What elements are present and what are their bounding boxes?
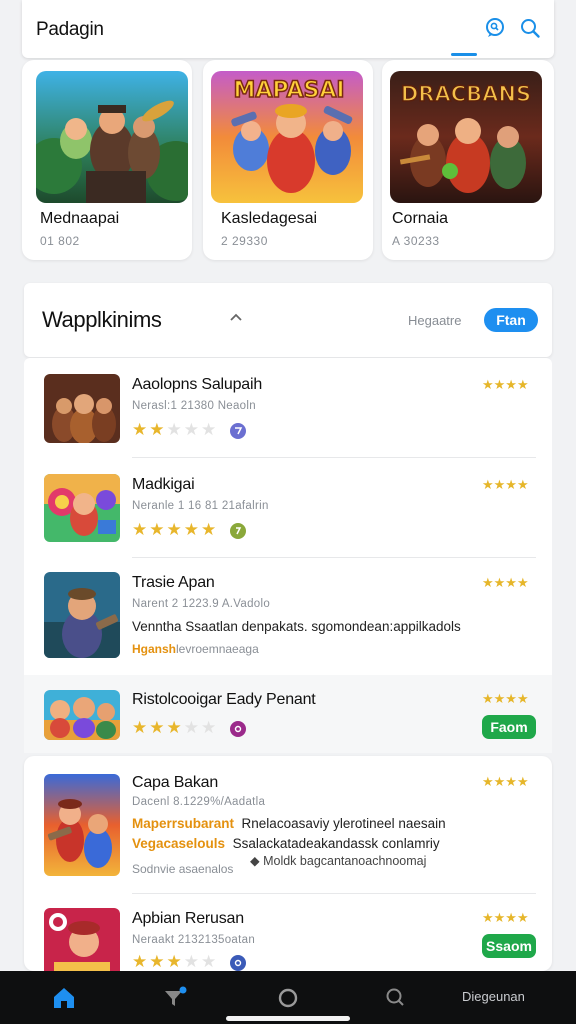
section-header: Wapplkinims Hegaatre Ftan <box>24 283 552 357</box>
home-icon[interactable] <box>51 985 77 1011</box>
install-button[interactable]: Ssaom <box>482 934 536 958</box>
app-meta: Neranle 1 16 81 21afalrin <box>132 500 269 512</box>
chevron-up-icon[interactable] <box>228 310 244 326</box>
app-meta: Dacenl 8.1229%/Aadatla <box>132 796 266 808</box>
nav-label[interactable]: Diegeunan <box>462 989 525 1004</box>
rating-stars: ★★★★ <box>482 691 529 706</box>
section-title: Wapplkinims <box>42 307 162 332</box>
app-description-line: Vegacaselouls Ssalackatadeakandassk conl… <box>132 836 440 851</box>
home-indicator[interactable] <box>226 1016 350 1021</box>
app-tag: Hganshlevroemnaeaga <box>132 642 259 656</box>
app-description-accent: Vegacaselouls <box>132 836 226 851</box>
filter-icon[interactable] <box>162 985 188 1011</box>
featured-card[interactable]: DRACBANS Cornaia A 30233 <box>382 60 554 260</box>
featured-carousel: Mednaapai 01 802 MAPASAI Kasledagesai 2 … <box>22 60 554 260</box>
list-item[interactable]: Aaolopns Salupaih Nerasl:1 21380 Neaoln … <box>24 358 552 458</box>
rating-stars: ★★★★ <box>482 377 529 392</box>
app-description-accent: Maperrsubarant <box>132 816 235 831</box>
star-rating: ★★★★★ <box>132 952 219 971</box>
list-item[interactable]: Ristolcooigar Eady Penant ★★★★★ ★★★★ Fao… <box>24 675 552 753</box>
app-title: Padagin <box>36 19 104 40</box>
app-name: Apbian Rerusan <box>132 910 244 927</box>
dracbans-logo: DRACBANS <box>401 82 531 106</box>
app-icon <box>44 690 120 740</box>
featured-card-title: Mednaapai <box>40 210 120 227</box>
app-list-secondary: Capa Bakan Dacenl 8.1229%/Aadatla Maperr… <box>24 756 552 971</box>
top-app-bar: Padagin <box>22 0 554 58</box>
mapasai-logo: MAPASAI <box>233 78 344 103</box>
featured-card-subtitle: A 30233 <box>392 234 440 248</box>
list-item[interactable]: Madkigai Neranle 1 16 81 21afalrin ★★★★★… <box>24 458 552 558</box>
list-item[interactable]: Apbian Rerusan Neraakt 2132135oatan ★★★★… <box>24 894 552 971</box>
star-rating: ★★★★★ <box>132 718 219 737</box>
star-rating: ★★★★★ <box>132 420 219 439</box>
featured-card-title: Cornaia <box>392 210 449 227</box>
featured-card[interactable]: Mednaapai 01 802 <box>22 60 192 260</box>
circle-icon[interactable] <box>275 985 301 1011</box>
featured-card-subtitle: 2 29330 <box>221 234 268 248</box>
featured-card-subtitle: 01 802 <box>40 234 80 248</box>
app-tag-text: levroemnaeaga <box>176 642 259 656</box>
game-thumbnail <box>36 71 188 203</box>
app-icon <box>44 908 120 971</box>
rating-stars: ★★★★ <box>482 477 529 492</box>
app-description-text: Ssalackatadeakandassk conlamriy <box>232 836 440 851</box>
app-list: Aaolopns Salupaih Nerasl:1 21380 Neaoln … <box>24 358 552 753</box>
age-badge-icon <box>230 721 246 737</box>
section-action-button[interactable]: Ftan <box>484 308 538 332</box>
app-note-text: Moldk bagcantanoachnoomaj <box>263 854 427 868</box>
rating-stars: ★★★★ <box>482 575 529 590</box>
game-thumbnail: MAPASAI <box>211 71 363 203</box>
app-meta: Nerasl:1 21380 Neaoln <box>132 400 256 412</box>
app-name: Aaolopns Salupaih <box>132 376 263 393</box>
app-description: Venntha Ssaatlan denpakats. sgomondean:a… <box>132 619 461 634</box>
app-name: Madkigai <box>132 476 195 493</box>
app-description-line: Maperrsubarant Rnelacoasaviy ylerotineel… <box>132 816 446 831</box>
game-thumbnail: DRACBANS <box>390 71 542 203</box>
app-note: ◆ Moldk bagcantanoachnoomaj <box>250 854 427 868</box>
chat-search-icon[interactable] <box>483 16 507 40</box>
rating-stars: ★★★★ <box>482 774 529 789</box>
app-icon <box>44 474 120 542</box>
install-button[interactable]: Faom <box>482 715 536 739</box>
featured-card-title: Kasledagesai <box>221 210 318 227</box>
app-meta: Narent 2 1223.9 A.Vadolo <box>132 598 271 610</box>
app-name: Trasie Apan <box>132 574 215 591</box>
app-icon <box>44 572 120 658</box>
star-rating: ★★★★★ <box>132 520 219 539</box>
app-name: Ristolcooigar Eady Penant <box>132 691 316 708</box>
app-meta: Neraakt 2132135oatan <box>132 934 256 946</box>
app-tag: Sodnvie asaenalos <box>132 862 234 876</box>
rating-stars: ★★★★ <box>482 910 529 925</box>
app-description-text: Rnelacoasaviy ylerotineel naesain <box>241 816 446 831</box>
age-badge-icon <box>230 523 246 539</box>
search-icon[interactable] <box>382 985 408 1011</box>
active-tab-indicator <box>451 53 477 56</box>
app-tag-accent: Hgansh <box>132 642 177 656</box>
list-item[interactable]: Trasie Apan Narent 2 1223.9 A.Vadolo Ven… <box>24 558 552 673</box>
app-name: Capa Bakan <box>132 774 219 791</box>
age-badge-icon <box>230 955 246 971</box>
search-icon[interactable] <box>518 16 542 40</box>
app-icon <box>44 374 120 443</box>
section-link[interactable]: Hegaatre <box>408 313 461 328</box>
list-item[interactable]: Capa Bakan Dacenl 8.1229%/Aadatla Maperr… <box>24 756 552 894</box>
age-badge-icon <box>230 423 246 439</box>
app-icon <box>44 774 120 876</box>
featured-card[interactable]: MAPASAI Kasledagesai 2 29330 <box>203 60 373 260</box>
